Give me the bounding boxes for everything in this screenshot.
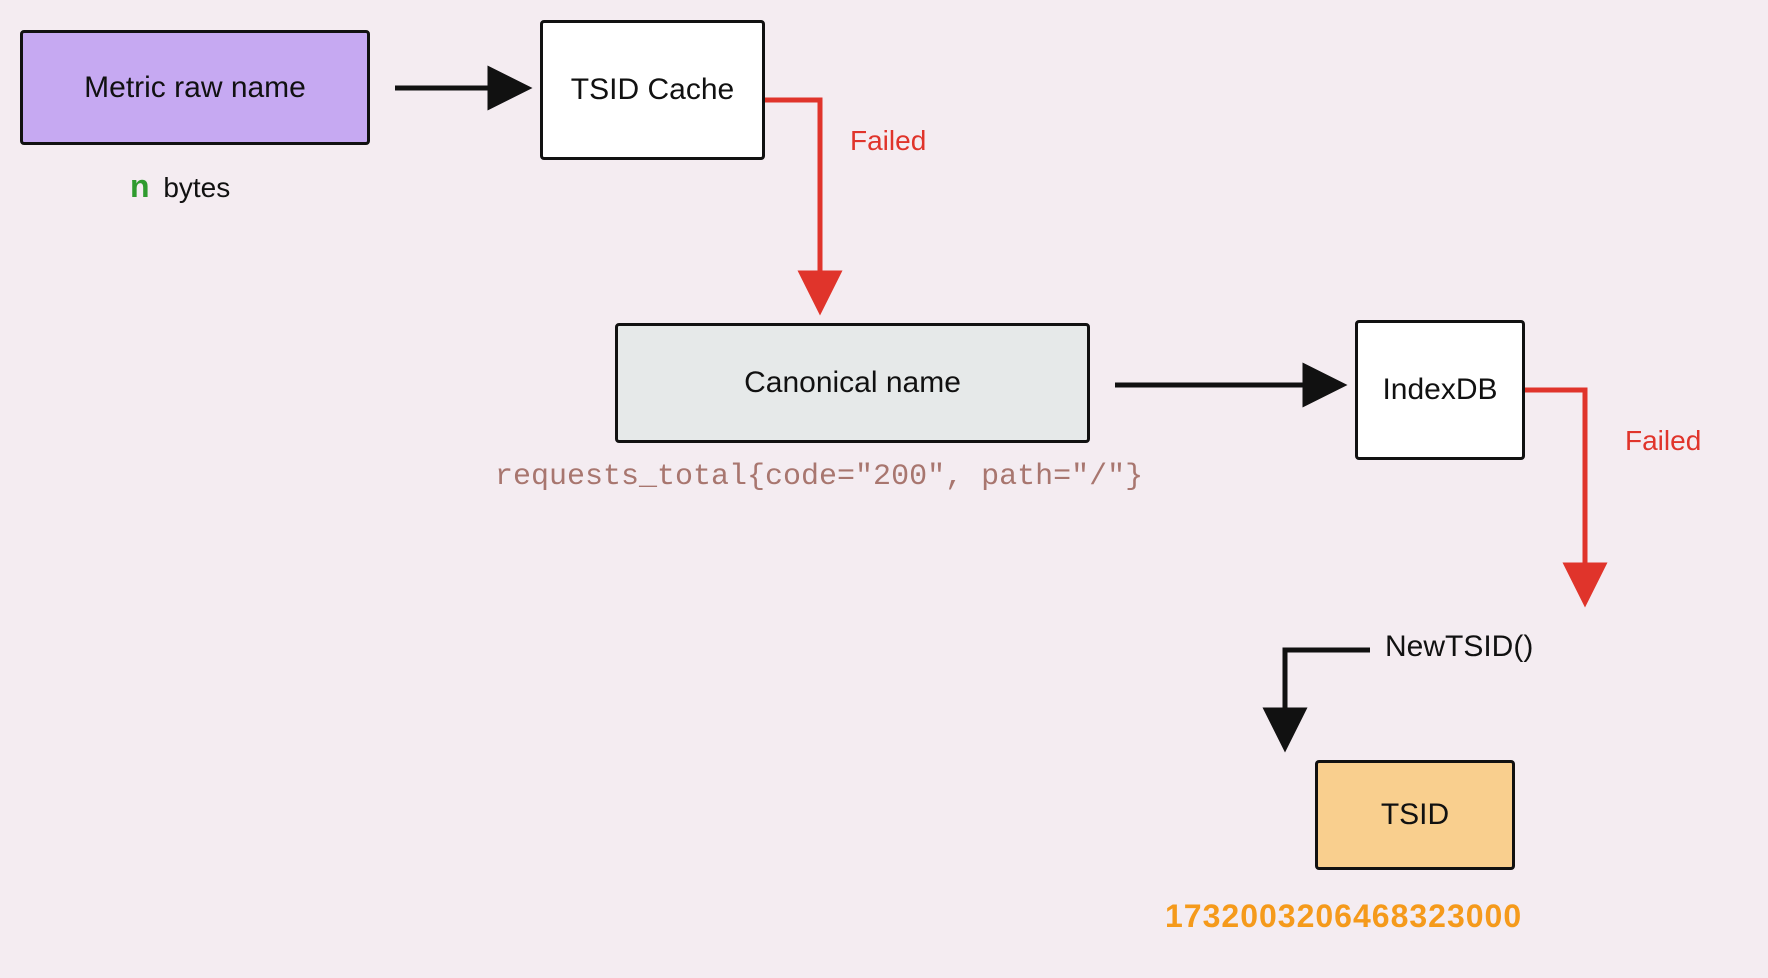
arrow-cache-to-canonical (765, 100, 820, 308)
annot-failed-2: Failed (1625, 425, 1701, 457)
node-indexdb-label: IndexDB (1382, 373, 1497, 407)
node-tsid: TSID (1315, 760, 1515, 870)
annot-failed-1: Failed (850, 125, 926, 157)
annot-canonical-example: requests_total{code="200", path="/"} (495, 460, 1143, 494)
annot-n-letter: n (130, 168, 150, 204)
node-tsid-label: TSID (1381, 798, 1449, 832)
node-metric-raw-name-label: Metric raw name (84, 71, 306, 105)
node-metric-raw-name: Metric raw name (20, 30, 370, 145)
node-indexdb: IndexDB (1355, 320, 1525, 460)
node-tsid-cache: TSID Cache (540, 20, 765, 160)
node-tsid-cache-label: TSID Cache (571, 73, 734, 107)
node-canonical-name: Canonical name (615, 323, 1090, 443)
annot-bytes: bytes (163, 172, 230, 203)
arrow-indexdb-to-newtsid (1525, 390, 1585, 600)
annot-tsid-value: 1732003206468323000 (1165, 898, 1522, 935)
node-canonical-name-label: Canonical name (744, 366, 961, 400)
annot-n-bytes: n bytes (130, 168, 230, 205)
annot-new-tsid-fn: NewTSID() (1385, 630, 1533, 664)
arrow-newtsid-to-tsid (1285, 650, 1370, 745)
diagram-stage: Metric raw name TSID Cache Canonical nam… (0, 0, 1768, 978)
